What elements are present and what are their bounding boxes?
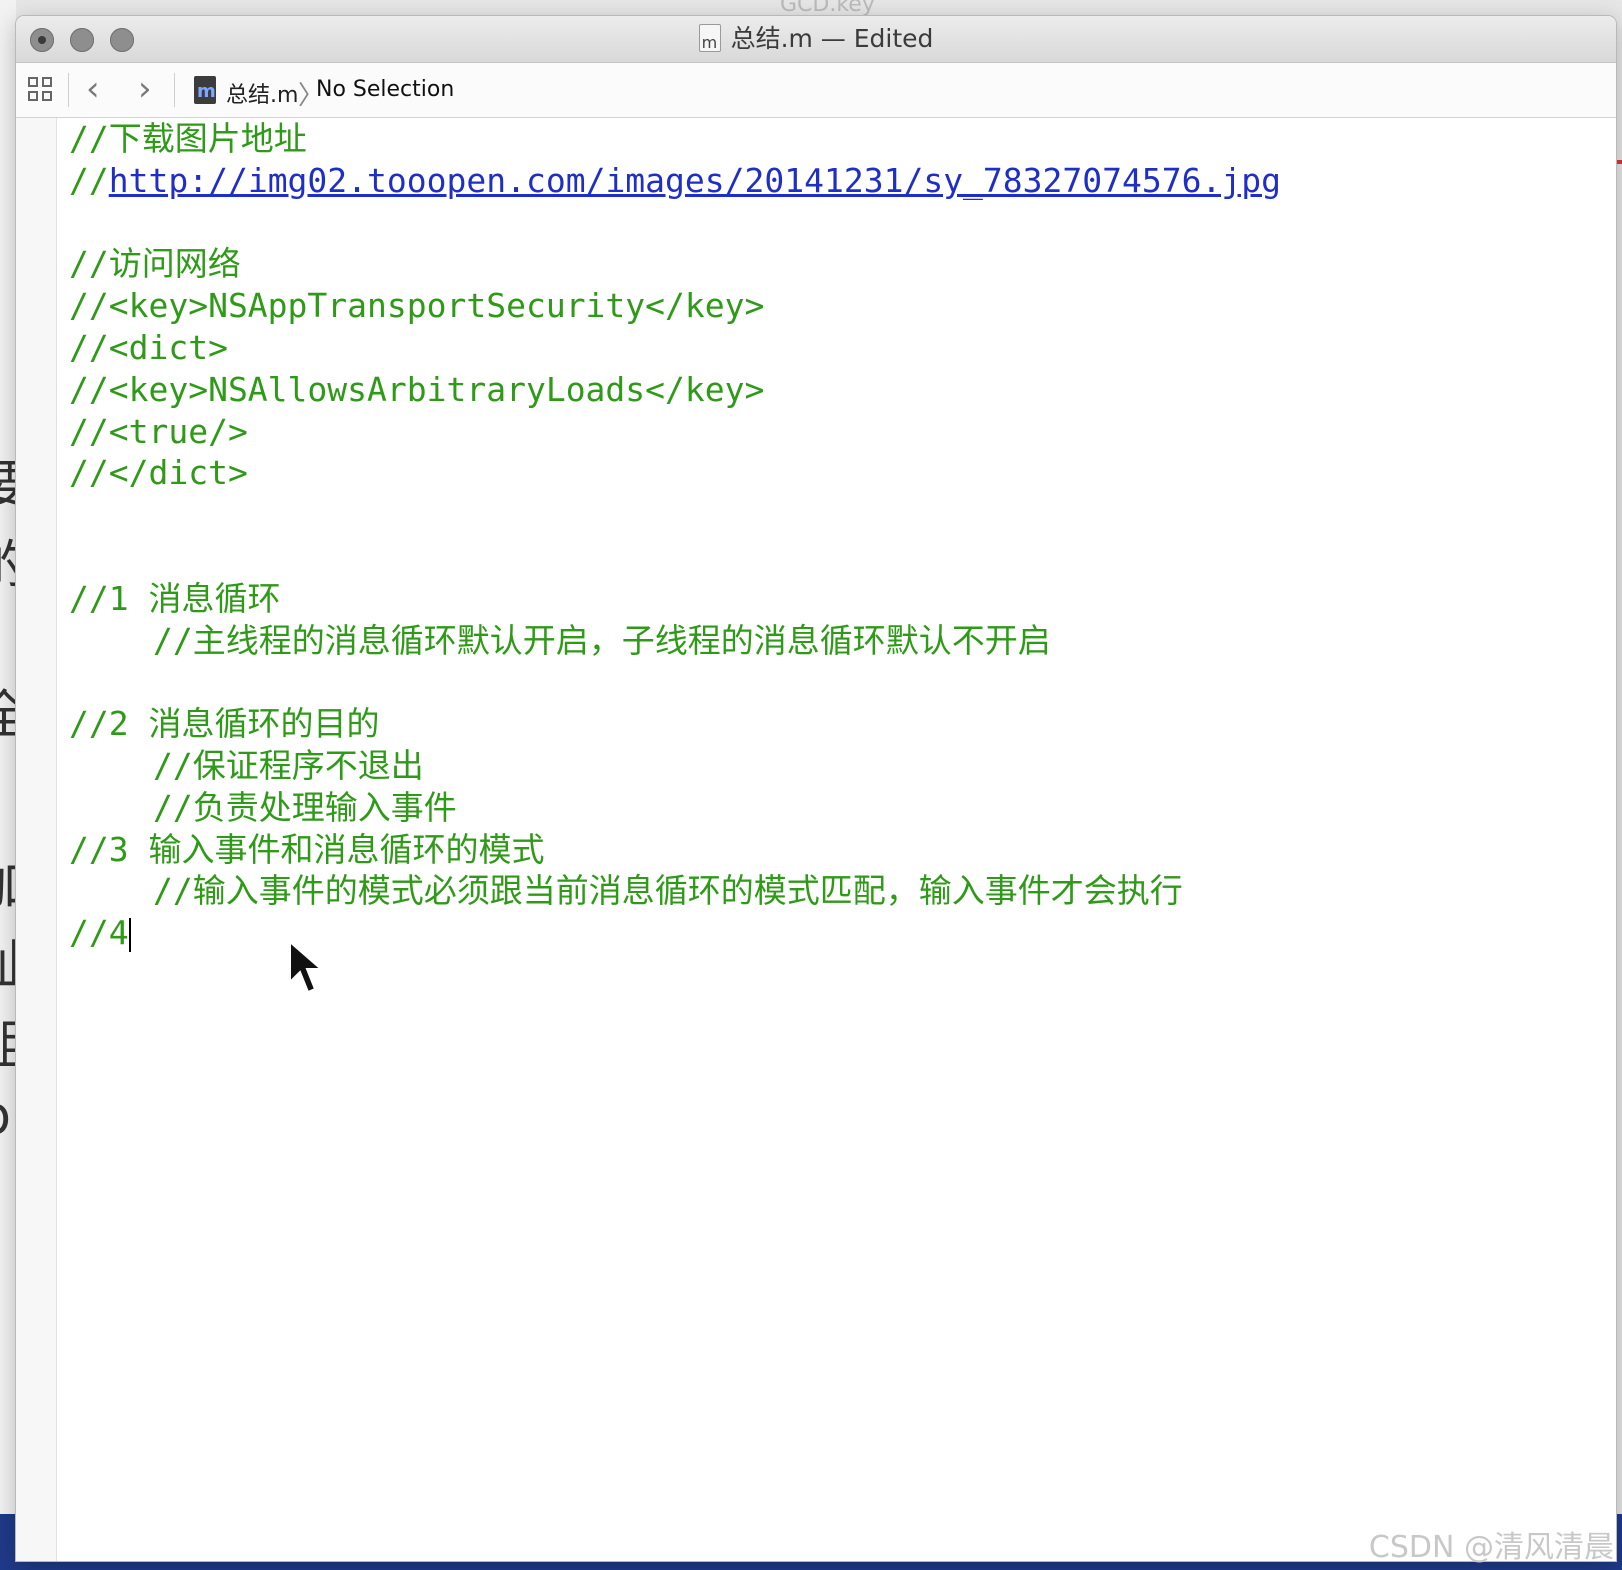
comment-text: //访问网络 <box>69 244 241 284</box>
comment-text: //<dict> <box>69 327 228 367</box>
mouse-pointer-icon <box>289 940 324 994</box>
jump-bar: ‹ › m 总结.m 〉 No Selection <box>16 63 1616 118</box>
comment-prefix: // <box>69 160 109 200</box>
code-line: //1 消息循环 <box>69 578 1606 620</box>
breadcrumb-selection[interactable]: No Selection <box>316 77 454 102</box>
file-icon: m <box>698 24 721 52</box>
background-app-strip: 要 的 全 加 址 组 p <box>0 0 16 1570</box>
url-link[interactable]: http://img02.tooopen.com/images/20141231… <box>109 161 1281 200</box>
back-icon[interactable]: ‹ <box>86 71 100 107</box>
comment-text: //1 消息循环 <box>69 578 281 618</box>
comment-text: //主线程的消息循环默认开启，子线程的消息循环默认不开启 <box>153 620 1051 660</box>
code-line: //<dict> <box>69 327 1606 369</box>
title-bar: m 总结.m — Edited <box>16 16 1616 63</box>
code-line: //输入事件的模式必须跟当前消息循环的模式匹配，输入事件才会执行 <box>69 870 1606 912</box>
comment-text: //</dict> <box>69 453 248 493</box>
code-line: //访问网络 <box>69 243 1606 285</box>
background-accent <box>1616 160 1622 164</box>
code-line: //负责处理输入事件 <box>69 787 1606 829</box>
background-window-title: GCD.key <box>780 0 875 17</box>
code-line: //<key>NSAllowsArbitraryLoads</key> <box>69 369 1606 411</box>
code-line: //<key>NSAppTransportSecurity</key> <box>69 285 1606 327</box>
comment-text: //3 输入事件和消息循环的模式 <box>69 829 545 869</box>
comment-text: //<key>NSAllowsArbitraryLoads</key> <box>69 369 765 409</box>
code-line: //2 消息循环的目的 <box>69 703 1606 745</box>
window-title-wrap: m 总结.m — Edited <box>16 24 1616 54</box>
comment-text: //保证程序不退出 <box>153 745 424 785</box>
code-line: //3 输入事件和消息循环的模式 <box>69 829 1606 871</box>
code-line: //保证程序不退出 <box>69 745 1606 787</box>
breadcrumb-file[interactable]: 总结.m <box>226 77 298 109</box>
forward-icon[interactable]: › <box>138 71 152 107</box>
code-line: //下载图片地址 <box>69 118 1606 160</box>
grid-icon[interactable] <box>28 77 54 103</box>
comment-text: //4 <box>69 913 129 953</box>
divider <box>68 73 69 107</box>
editor-window: m 总结.m — Edited ‹ › m 总结.m 〉 No Selection… <box>16 16 1616 1561</box>
comment-text: //2 消息循环的目的 <box>69 704 380 744</box>
divider <box>174 73 175 107</box>
text-editor[interactable]: //下载图片地址//http://img02.tooopen.com/image… <box>69 118 1606 1561</box>
code-line: //主线程的消息循环默认开启，子线程的消息循环默认不开启 <box>69 620 1606 662</box>
code-line: //</dict> <box>69 452 1606 494</box>
text-caret <box>128 917 131 952</box>
comment-text: //负责处理输入事件 <box>153 787 457 827</box>
comment-text: //<key>NSAppTransportSecurity</key> <box>69 286 765 326</box>
code-line: //<true/> <box>69 411 1606 453</box>
comment-text: //<true/> <box>69 411 248 451</box>
comment-text: //下载图片地址 <box>69 119 307 158</box>
comment-text: //输入事件的模式必须跟当前消息循环的模式匹配，输入事件才会执行 <box>153 871 1183 911</box>
watermark: CSDN @清风清晨 <box>1368 1530 1614 1565</box>
editor-gutter <box>16 118 57 1561</box>
file-icon: m <box>194 76 216 104</box>
code-line: //http://img02.tooopen.com/images/201412… <box>69 160 1606 202</box>
window-title: 总结.m — Edited <box>730 24 934 53</box>
